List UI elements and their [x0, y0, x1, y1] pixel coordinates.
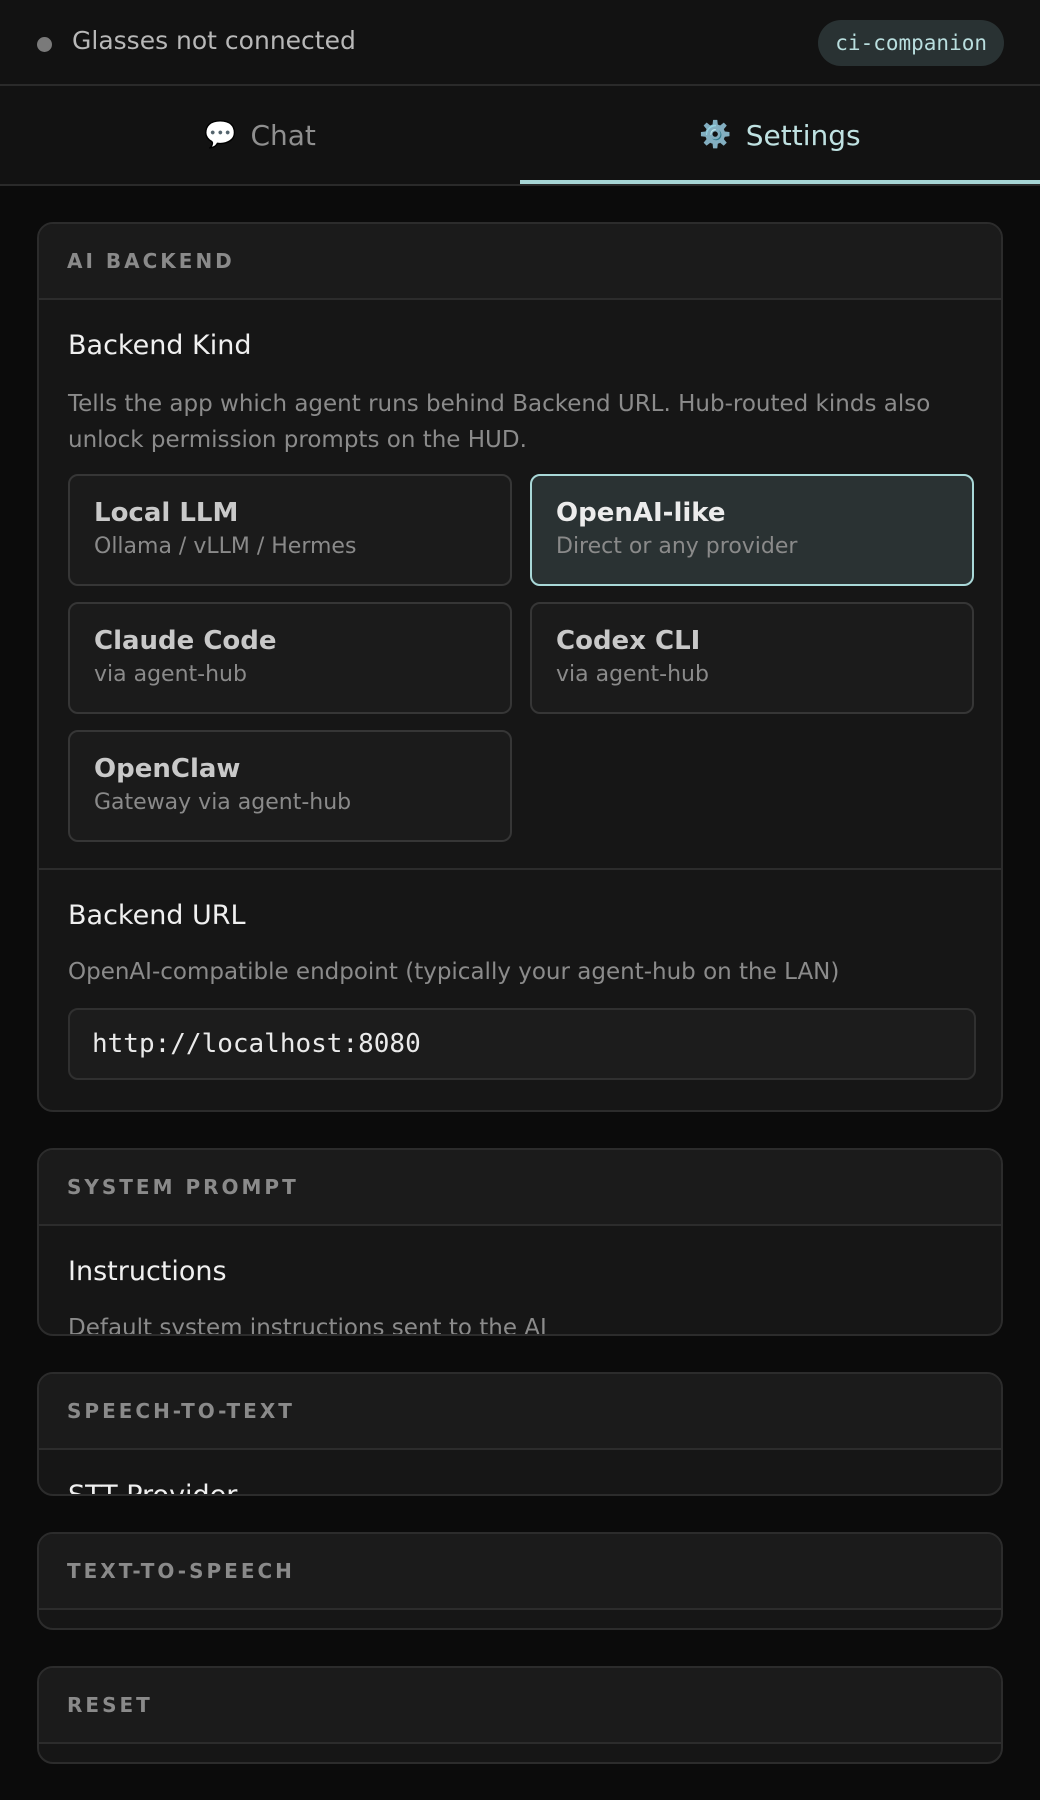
option-subtitle: via agent-hub — [94, 662, 247, 687]
status-bar: Glasses not connected ci-companion — [0, 0, 1040, 86]
system-prompt-heading: SYSTEM PROMPT — [39, 1150, 1001, 1226]
system-prompt-section: Instructions Default system instructions… — [39, 1226, 1001, 1336]
backend-url-section: Backend URL OpenAI-compatible endpoint (… — [39, 870, 1001, 1110]
stt-section: STT Provider — [39, 1450, 1001, 1496]
option-subtitle: Direct or any provider — [556, 534, 798, 559]
chat-bubble-icon: 💬 — [204, 120, 237, 150]
option-subtitle: via agent-hub — [556, 662, 709, 687]
speech-to-text-card: SPEECH-TO-TEXT STT Provider — [37, 1372, 1003, 1496]
instructions-help: Default system instructions sent to the … — [68, 1315, 547, 1336]
ai-backend-heading: AI BACKEND — [39, 224, 1001, 300]
instructions-label: Instructions — [68, 1256, 227, 1287]
text-to-speech-heading: TEXT-TO-SPEECH — [39, 1534, 1001, 1610]
backend-url-help: OpenAI-compatible endpoint (typically yo… — [68, 959, 840, 985]
option-title: OpenClaw — [94, 754, 241, 784]
option-title: Codex CLI — [556, 626, 701, 656]
backend-option-claude-code[interactable]: Claude Code via agent-hub — [68, 602, 512, 714]
backend-url-label: Backend URL — [68, 900, 246, 931]
backend-option-codex-cli[interactable]: Codex CLI via agent-hub — [530, 602, 974, 714]
option-subtitle: Gateway via agent-hub — [94, 790, 352, 815]
option-title: OpenAI-like — [556, 498, 726, 528]
option-subtitle: Ollama / vLLM / Hermes — [94, 534, 357, 559]
backend-option-local-llm[interactable]: Local LLM Ollama / vLLM / Hermes — [68, 474, 512, 586]
gear-icon: ⚙️ — [699, 120, 732, 150]
connection-status-text: Glasses not connected — [72, 26, 356, 55]
backend-option-openclaw[interactable]: OpenClaw Gateway via agent-hub — [68, 730, 512, 842]
tab-chat-label: Chat — [250, 118, 316, 152]
backend-kind-section: Backend Kind Tells the app which agent r… — [39, 300, 1001, 868]
tab-settings[interactable]: ⚙️ Settings — [520, 86, 1040, 184]
speech-to-text-heading: SPEECH-TO-TEXT — [39, 1374, 1001, 1450]
backend-url-input[interactable] — [68, 1008, 976, 1080]
text-to-speech-card: TEXT-TO-SPEECH — [37, 1532, 1003, 1630]
tab-bar: 💬 Chat ⚙️ Settings — [0, 86, 1040, 186]
backend-kind-help: Tells the app which agent runs behind Ba… — [68, 391, 931, 453]
connection-status-dot — [37, 37, 52, 52]
reset-card: RESET — [37, 1666, 1003, 1764]
system-prompt-card: SYSTEM PROMPT Instructions Default syste… — [37, 1148, 1003, 1336]
backend-kind-label: Backend Kind — [68, 330, 252, 361]
option-title: Local LLM — [94, 498, 239, 528]
stt-provider-label: STT Provider — [68, 1480, 238, 1496]
ai-backend-card: AI BACKEND Backend Kind Tells the app wh… — [37, 222, 1003, 1112]
device-badge: ci-companion — [818, 20, 1004, 66]
option-title: Claude Code — [94, 626, 277, 656]
reset-heading: RESET — [39, 1668, 1001, 1744]
tab-chat[interactable]: 💬 Chat — [0, 86, 520, 184]
tab-settings-label: Settings — [745, 118, 861, 152]
backend-option-openai-like[interactable]: OpenAI-like Direct or any provider — [530, 474, 974, 586]
